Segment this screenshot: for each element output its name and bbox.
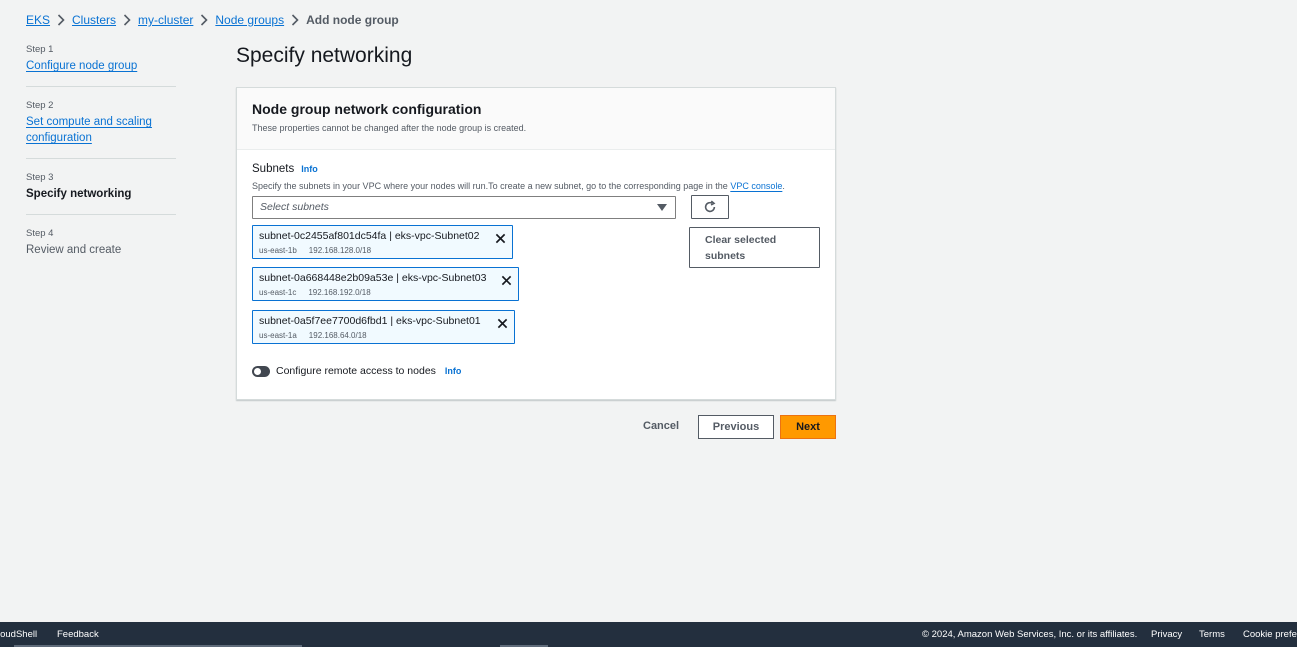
refresh-icon [704, 200, 716, 213]
subnet-token-details: us-east-1c 192.168.192.0/18 [259, 288, 512, 297]
next-button[interactable]: Next [780, 415, 836, 439]
subnet-token-cidr: 192.168.64.0/18 [308, 331, 367, 340]
terms-link[interactable]: Terms [1199, 629, 1225, 640]
cloudshell-link[interactable]: loudShell [0, 629, 37, 640]
subnets-label: Subnets [252, 163, 295, 175]
chevron-right-icon [193, 14, 215, 26]
subnets-label-row: Subnets Info [252, 163, 820, 175]
subnet-token-cidr: 192.168.192.0/18 [308, 288, 371, 297]
clear-selected-subnets-button[interactable]: Clear selected subnets [689, 227, 820, 268]
panel-header: Node group network configuration These p… [237, 88, 835, 150]
panel-description: These properties cannot be changed after… [252, 123, 527, 133]
close-icon[interactable] [495, 231, 506, 244]
remote-access-toggle[interactable] [252, 365, 270, 377]
remote-access-info-link[interactable]: Info [445, 366, 462, 376]
chevron-right-icon [116, 14, 138, 26]
wizard-step-2: Step 2 Set compute and scaling configura… [26, 100, 176, 159]
breadcrumb-eks[interactable]: EKS [26, 13, 50, 27]
vpc-console-link[interactable]: VPC console [730, 181, 782, 191]
chevron-right-icon [284, 14, 306, 26]
subnet-token-az: us-east-1a [259, 331, 297, 340]
subnet-token-details: us-east-1a 192.168.64.0/18 [259, 331, 508, 340]
subnets-select-placeholder: Select subnets [260, 201, 329, 213]
selected-subnets: subnet-0c2455af801dc54fa | eks-vpc-Subne… [252, 225, 820, 351]
subnets-description: Specify the subnets in your VPC where yo… [252, 181, 820, 191]
subnet-token-details: us-east-1b 192.168.128.0/18 [259, 246, 506, 255]
wizard-steps: Step 1 Configure node group Step 2 Set c… [26, 44, 176, 283]
subnet-token-name: subnet-0a5f7ee7700d6fbd1 | eks-vpc-Subne… [259, 315, 481, 327]
subnet-token-cidr: 192.168.128.0/18 [308, 246, 372, 255]
cookie-preferences-link[interactable]: Cookie prefer [1243, 629, 1297, 640]
subnet-token: subnet-0c2455af801dc54fa | eks-vpc-Subne… [252, 225, 513, 259]
step-number: Step 3 [26, 172, 54, 183]
close-icon[interactable] [497, 316, 508, 329]
cancel-button[interactable]: Cancel [643, 420, 679, 432]
wizard-step-3: Step 3 Specify networking [26, 172, 176, 215]
breadcrumb: EKS Clusters my-cluster Node groups Add … [26, 13, 399, 27]
copyright-text: © 2024, Amazon Web Services, Inc. or its… [922, 629, 1138, 640]
step-link-configure-node-group[interactable]: Configure node group [26, 58, 176, 74]
step-current-specify-networking: Specify networking [26, 188, 132, 200]
step-link-compute-scaling[interactable]: Set compute and scaling configuration [26, 114, 176, 146]
subnet-token-name: subnet-0a668448e2b09a53e | eks-vpc-Subne… [259, 272, 487, 284]
wizard-actions: Cancel Previous Next [636, 415, 836, 439]
subnet-token-name: subnet-0c2455af801dc54fa | eks-vpc-Subne… [259, 230, 480, 242]
breadcrumb-my-cluster[interactable]: my-cluster [138, 13, 193, 27]
subnet-token-az: us-east-1b [259, 246, 297, 255]
network-config-panel: Node group network configuration These p… [236, 87, 836, 400]
subnet-token: subnet-0a5f7ee7700d6fbd1 | eks-vpc-Subne… [252, 310, 515, 344]
chevron-right-icon [50, 14, 72, 26]
step-number: Step 2 [26, 100, 54, 111]
panel-title: Node group network configuration [252, 101, 482, 117]
page-title: Specify networking [236, 44, 413, 67]
breadcrumb-node-groups[interactable]: Node groups [215, 13, 284, 27]
subnets-info-link[interactable]: Info [301, 164, 318, 174]
privacy-link[interactable]: Privacy [1151, 629, 1182, 640]
wizard-step-4: Step 4 Review and create [26, 228, 176, 270]
subnet-token-az: us-east-1c [259, 288, 297, 297]
subnets-select[interactable]: Select subnets [252, 195, 676, 219]
footer: loudShell Feedback © 2024, Amazon Web Se… [0, 622, 1297, 647]
feedback-link[interactable]: Feedback [57, 629, 99, 640]
caret-down-icon [657, 203, 667, 211]
subnet-token: subnet-0a668448e2b09a53e | eks-vpc-Subne… [252, 267, 519, 301]
breadcrumb-current: Add node group [306, 13, 399, 27]
subnets-description-end: . [782, 181, 785, 191]
subnets-description-text: Specify the subnets in your VPC where yo… [252, 181, 728, 191]
step-number: Step 4 [26, 228, 54, 239]
remote-access-row: Configure remote access to nodes Info [252, 365, 820, 377]
refresh-subnets-button[interactable] [691, 195, 729, 219]
close-icon[interactable] [501, 273, 512, 286]
step-review-create: Review and create [26, 244, 122, 256]
step-number: Step 1 [26, 44, 54, 55]
breadcrumb-clusters[interactable]: Clusters [72, 13, 116, 27]
panel-body: Subnets Info Specify the subnets in your… [237, 150, 835, 390]
subnets-select-row: Select subnets [252, 195, 820, 219]
remote-access-label: Configure remote access to nodes [276, 365, 436, 377]
previous-button[interactable]: Previous [698, 415, 774, 439]
wizard-step-1: Step 1 Configure node group [26, 44, 176, 87]
